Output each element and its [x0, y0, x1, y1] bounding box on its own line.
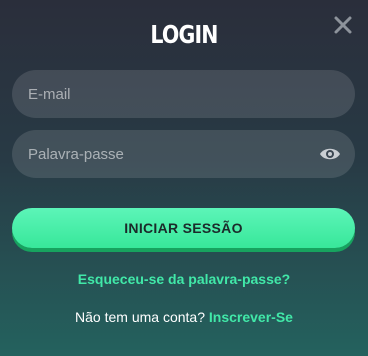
- password-field-container: [12, 130, 355, 178]
- eye-icon[interactable]: [319, 144, 341, 164]
- password-field[interactable]: [12, 130, 355, 178]
- email-field[interactable]: [12, 70, 355, 118]
- email-field-container: [12, 70, 355, 118]
- login-modal: LOGIN INICIAR SESSÃO Esqueceu-se da pala…: [0, 0, 368, 356]
- signup-link[interactable]: Inscrever-Se: [209, 309, 293, 325]
- forgot-password-link[interactable]: Esqueceu-se da palavra-passe?: [0, 271, 368, 287]
- login-submit-button[interactable]: INICIAR SESSÃO: [12, 208, 355, 248]
- no-account-text: Não tem uma conta?: [75, 309, 205, 325]
- signup-prompt: Não tem uma conta? Inscrever-Se: [0, 309, 368, 325]
- modal-title: LOGIN: [150, 20, 218, 49]
- close-icon[interactable]: [330, 12, 356, 38]
